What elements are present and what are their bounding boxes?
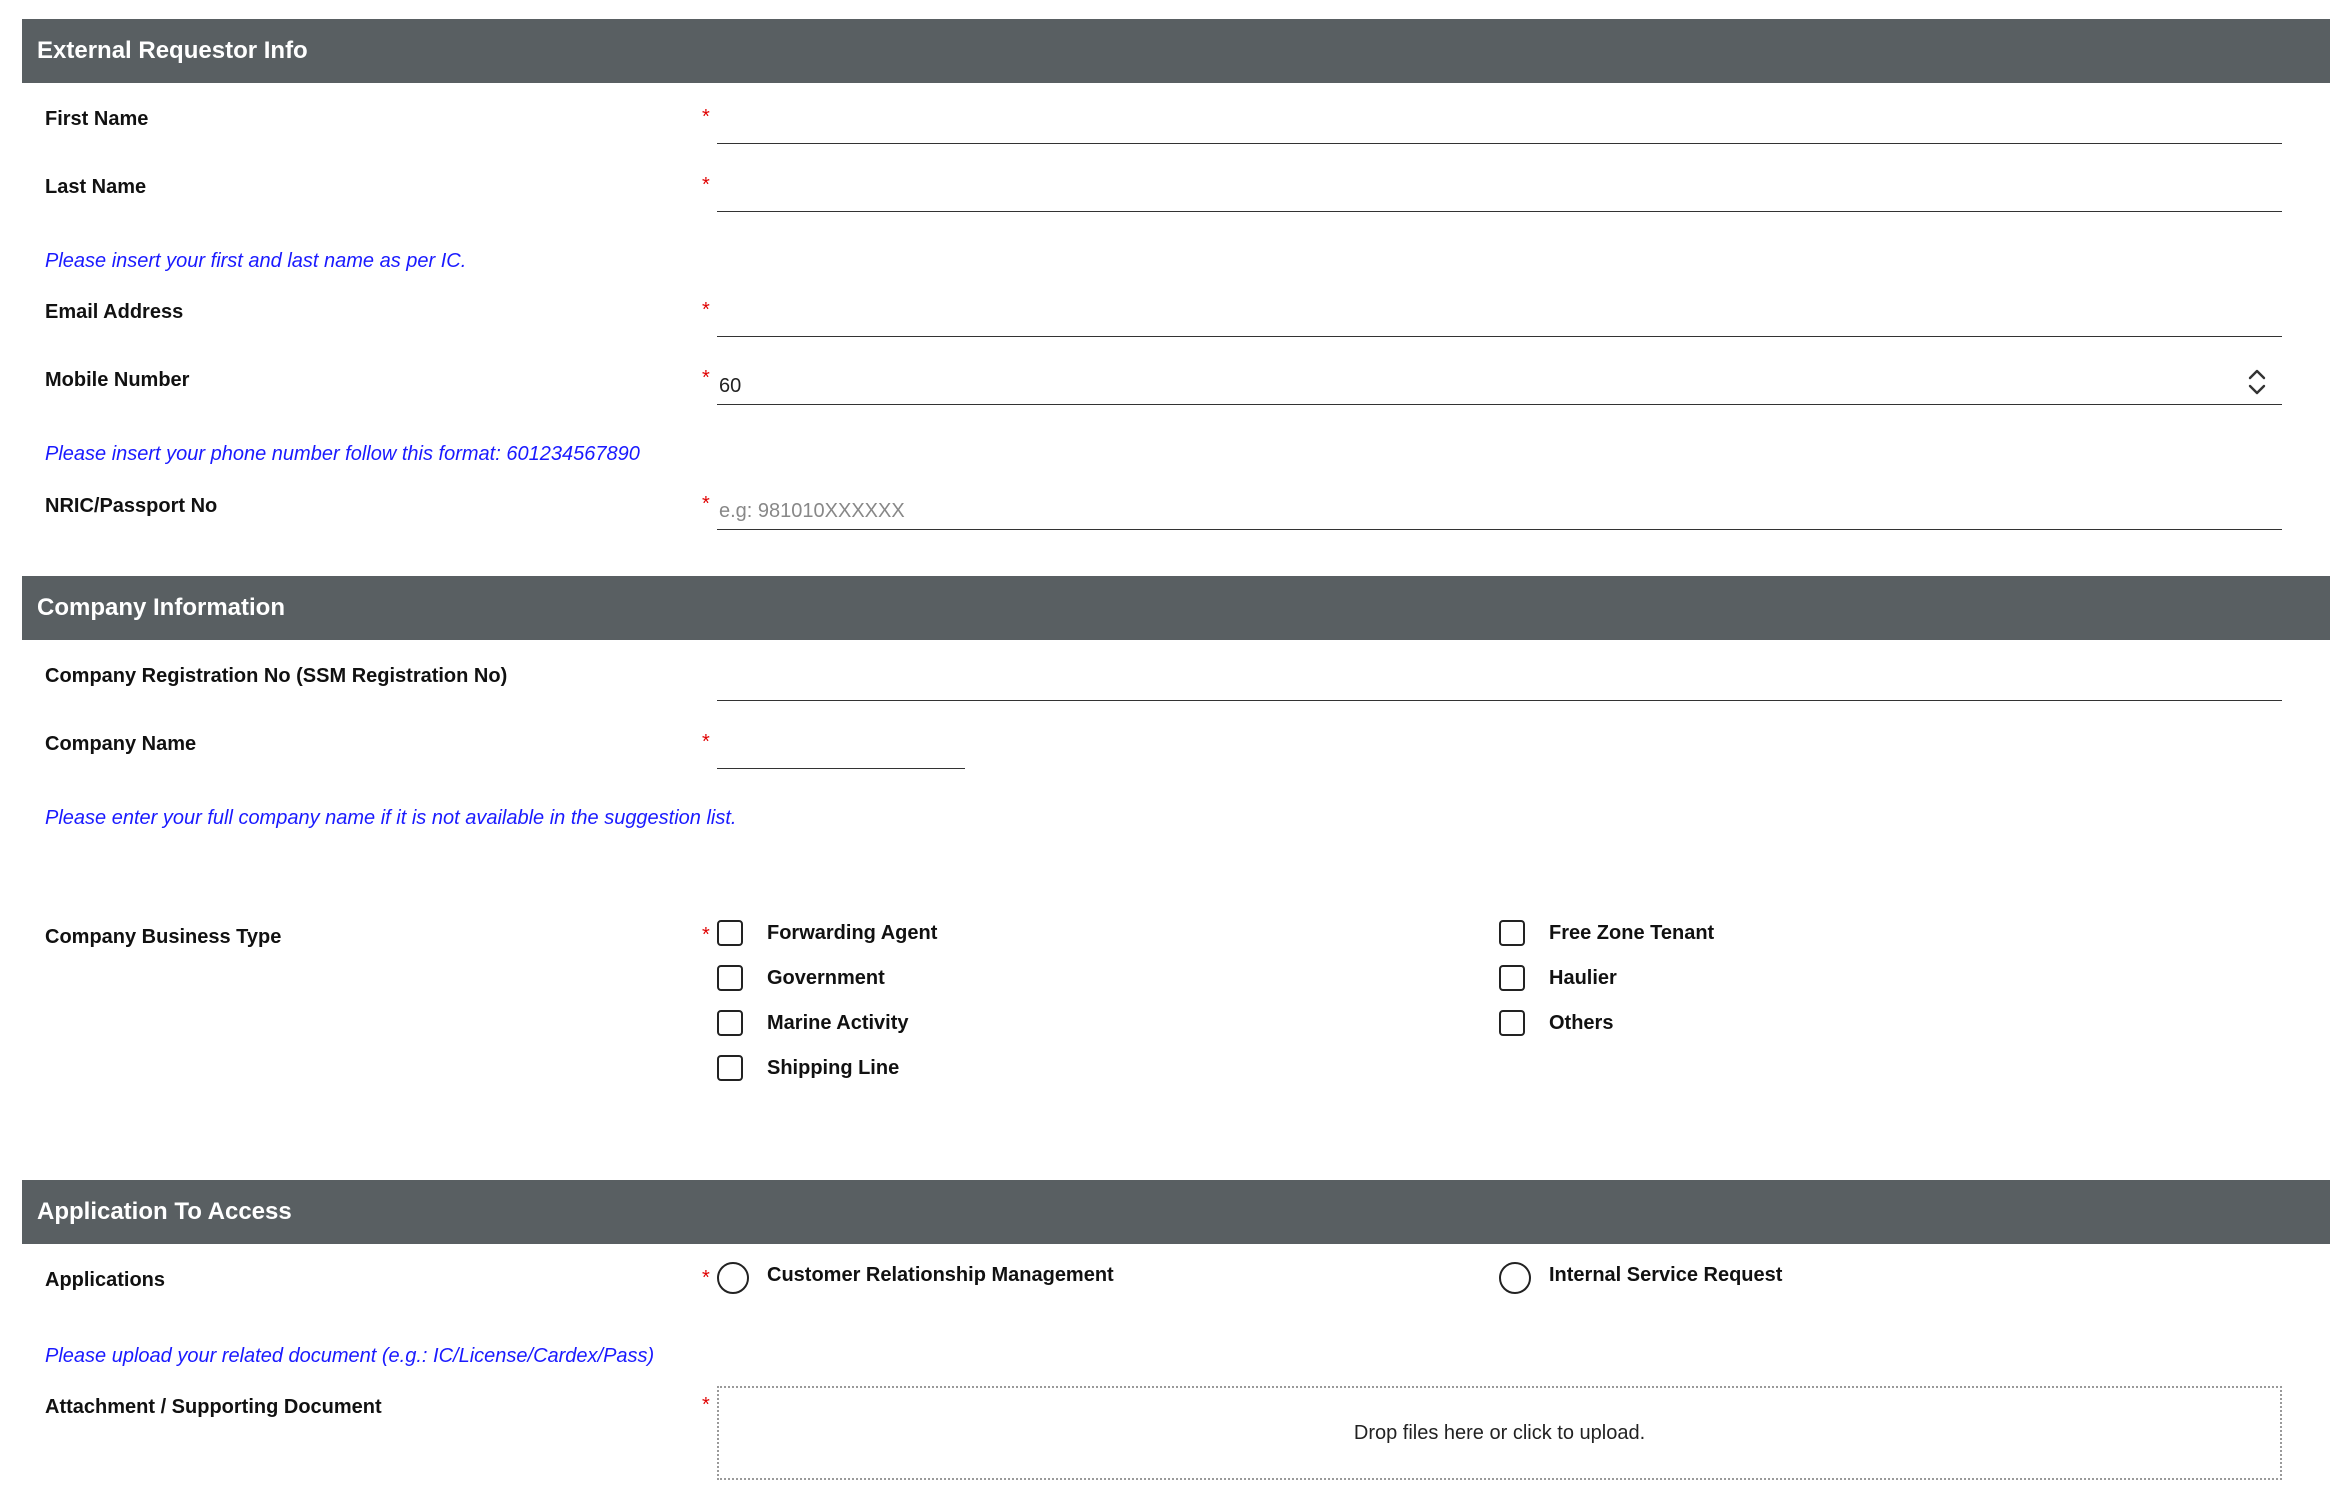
upload-document-hint: Please upload your related document (e.g… — [45, 1345, 655, 1367]
first-name-label: First Name — [45, 108, 149, 130]
crm-radio-label[interactable]: Customer Relationship Management — [767, 1264, 1114, 1287]
marine-activity-label[interactable]: Marine Activity — [767, 1012, 909, 1035]
section-header-application-to-access: Application To Access — [22, 1180, 2330, 1244]
free-zone-tenant-checkbox[interactable] — [1499, 920, 1525, 946]
company-registration-label: Company Registration No (SSM Registratio… — [45, 665, 508, 687]
attachment-required-marker: * — [702, 1394, 710, 1416]
company-name-required-marker: * — [702, 731, 710, 753]
email-field[interactable] — [717, 301, 2282, 337]
government-checkbox[interactable] — [717, 965, 743, 991]
others-label[interactable]: Others — [1549, 1012, 1613, 1035]
nric-passport-field[interactable] — [717, 494, 2282, 530]
shipping-line-label[interactable]: Shipping Line — [767, 1057, 899, 1080]
mobile-number-label: Mobile Number — [45, 369, 190, 391]
company-business-type-label: Company Business Type — [45, 926, 282, 948]
first-name-field[interactable] — [717, 108, 2282, 144]
internal-service-request-radio-label[interactable]: Internal Service Request — [1549, 1264, 1782, 1287]
government-label[interactable]: Government — [767, 967, 885, 990]
marine-activity-checkbox[interactable] — [717, 1010, 743, 1036]
forwarding-agent-label[interactable]: Forwarding Agent — [767, 922, 937, 945]
company-name-label: Company Name — [45, 733, 197, 755]
email-required-marker: * — [702, 299, 710, 321]
mobile-number-field[interactable] — [717, 369, 2282, 405]
internal-service-request-radio[interactable] — [1499, 1262, 1531, 1294]
last-name-field[interactable] — [717, 176, 2282, 212]
attachment-label: Attachment / Supporting Document — [45, 1396, 382, 1418]
section-header-external-requestor: External Requestor Info — [22, 19, 2330, 83]
applications-required-marker: * — [702, 1267, 710, 1289]
company-name-field[interactable] — [717, 733, 965, 769]
last-name-label: Last Name — [45, 176, 147, 198]
email-address-label: Email Address — [45, 301, 184, 323]
nric-passport-label: NRIC/Passport No — [45, 495, 218, 517]
file-dropzone[interactable]: Drop files here or click to upload. — [717, 1386, 2282, 1480]
number-spinner[interactable] — [2246, 366, 2268, 398]
free-zone-tenant-label[interactable]: Free Zone Tenant — [1549, 922, 1714, 945]
mobile-required-marker: * — [702, 367, 710, 389]
last-name-required-marker: * — [702, 174, 710, 196]
others-checkbox[interactable] — [1499, 1010, 1525, 1036]
first-name-required-marker: * — [702, 106, 710, 128]
forwarding-agent-checkbox[interactable] — [717, 920, 743, 946]
crm-radio[interactable] — [717, 1262, 749, 1294]
chevron-down-icon[interactable] — [2248, 384, 2266, 395]
company-registration-field[interactable] — [717, 665, 2282, 701]
company-name-hint: Please enter your full company name if i… — [45, 807, 737, 829]
dropzone-text: Drop files here or click to upload. — [1353, 1421, 1646, 1444]
chevron-up-icon[interactable] — [2248, 369, 2266, 380]
section-header-company-information: Company Information — [22, 576, 2330, 640]
haulier-label[interactable]: Haulier — [1549, 967, 1617, 990]
haulier-checkbox[interactable] — [1499, 965, 1525, 991]
business-type-required-marker: * — [702, 924, 710, 946]
name-hint: Please insert your first and last name a… — [45, 250, 467, 272]
applications-label: Applications — [45, 1269, 166, 1291]
phone-format-hint: Please insert your phone number follow t… — [45, 443, 640, 465]
shipping-line-checkbox[interactable] — [717, 1055, 743, 1081]
nric-required-marker: * — [702, 493, 710, 515]
